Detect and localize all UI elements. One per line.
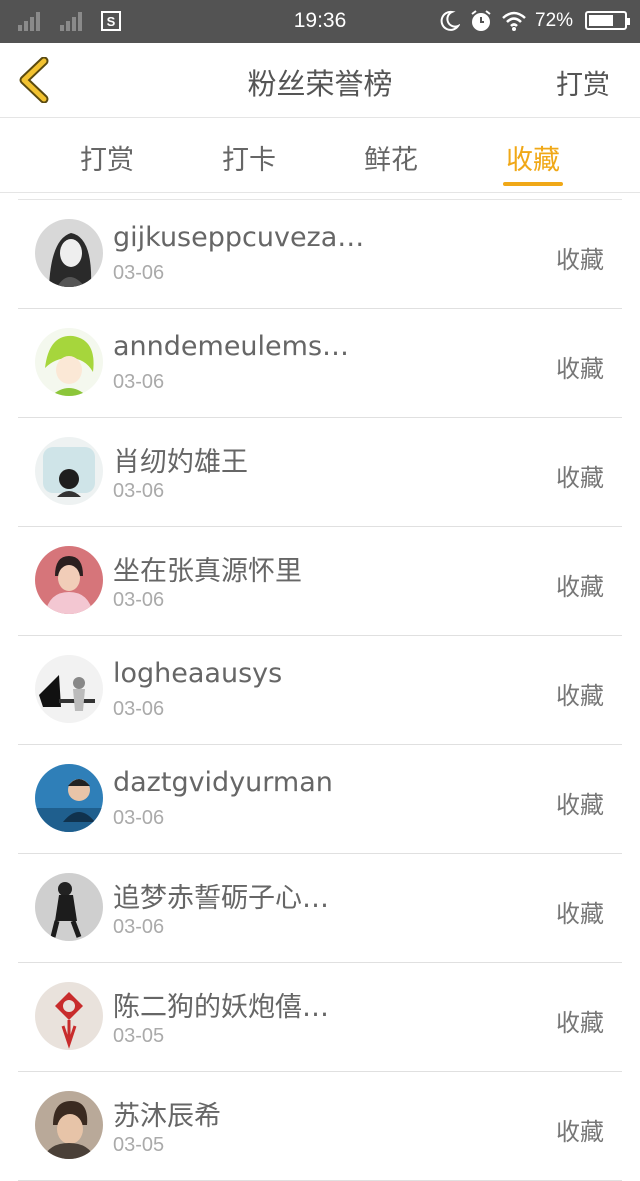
item-date: 03-06: [113, 807, 165, 829]
tab-flowers[interactable]: 鲜花: [341, 138, 441, 177]
status-bar: S 19:36 72%: [0, 0, 640, 43]
list-item[interactable]: logheaausys 03-06 收藏: [18, 636, 622, 745]
tab-reward[interactable]: 打赏: [57, 138, 157, 177]
avatar: [35, 764, 103, 832]
item-date: 03-06: [113, 698, 165, 720]
list-item[interactable]: 坐在张真源怀里 03-06 收藏: [18, 527, 622, 636]
item-date: 03-05: [113, 1134, 165, 1156]
action-label: 收藏: [556, 682, 604, 710]
action-label: 收藏: [556, 900, 604, 928]
list-item[interactable]: 苏沐辰希 03-05 收藏: [18, 1072, 622, 1181]
alarm-icon: [471, 10, 491, 31]
tab-checkin[interactable]: 打卡: [199, 138, 299, 177]
avatar: [35, 873, 103, 941]
avatar: [35, 437, 103, 505]
action-label: 收藏: [556, 1009, 604, 1037]
avatar: [35, 1091, 103, 1159]
item-date: 03-06: [113, 589, 165, 611]
nav-bar: 粉丝荣誉榜 打赏: [0, 43, 640, 118]
item-date: 03-06: [113, 480, 165, 502]
action-label: 收藏: [556, 464, 604, 492]
tab-label: 打卡: [222, 145, 276, 176]
list-item[interactable]: 陈二狗的妖炮僖… 03-05 收藏: [18, 963, 622, 1072]
user-name: gijkuseppcuveza…: [113, 222, 365, 253]
list-item[interactable]: anndemeulems… 03-06 收藏: [18, 309, 622, 418]
avatar: [35, 219, 103, 287]
action-label: 收藏: [556, 355, 604, 383]
battery-level-fill: [589, 15, 613, 26]
action-label: 收藏: [556, 573, 604, 601]
avatar: [35, 328, 103, 396]
action-label: 收藏: [556, 791, 604, 819]
user-name: 苏沐辰希: [113, 1101, 221, 1132]
user-name: 肖纫妁雄王: [113, 447, 248, 478]
avatar: [35, 982, 103, 1050]
active-tab-indicator: [503, 182, 563, 186]
list-item[interactable]: daztgvidyurman 03-06 收藏: [18, 745, 622, 854]
user-name: 坐在张真源怀里: [113, 556, 302, 587]
tab-label: 收藏: [506, 145, 560, 176]
wifi-icon: [502, 11, 526, 31]
reward-button[interactable]: 打赏: [556, 63, 610, 102]
tab-label: 打赏: [80, 145, 134, 176]
tab-bar: 打赏 打卡 鲜花 收藏: [0, 118, 640, 193]
user-name: 追梦赤誓砺子心…: [113, 883, 329, 914]
action-label: 收藏: [556, 246, 604, 274]
item-date: 03-06: [113, 262, 165, 284]
user-name: anndemeulems…: [113, 331, 350, 362]
page-title: 粉丝荣誉榜: [247, 67, 393, 101]
user-name: logheaausys: [113, 658, 283, 689]
list-item[interactable]: gijkuseppcuveza… 03-06 收藏: [18, 200, 622, 309]
item-date: 03-06: [113, 916, 165, 938]
list-item[interactable]: 肖纫妁雄王 03-06 收藏: [18, 418, 622, 527]
user-name: daztgvidyurman: [113, 767, 333, 798]
tab-favorites[interactable]: 收藏: [483, 138, 583, 186]
battery-percent: 72%: [535, 10, 574, 31]
list-item[interactable]: 追梦赤誓砺子心… 03-06 收藏: [18, 854, 622, 963]
avatar: [35, 655, 103, 723]
moon-icon: [440, 10, 460, 31]
avatar: [35, 546, 103, 614]
tab-label: 鲜花: [364, 145, 418, 176]
battery-icon: [585, 11, 630, 30]
item-date: 03-06: [113, 371, 165, 393]
action-label: 收藏: [556, 1118, 604, 1146]
item-date: 03-05: [113, 1025, 165, 1047]
fan-list: gijkuseppcuveza… 03-06 收藏 anndemeulems… …: [18, 199, 622, 1181]
user-name: 陈二狗的妖炮僖…: [113, 992, 329, 1023]
